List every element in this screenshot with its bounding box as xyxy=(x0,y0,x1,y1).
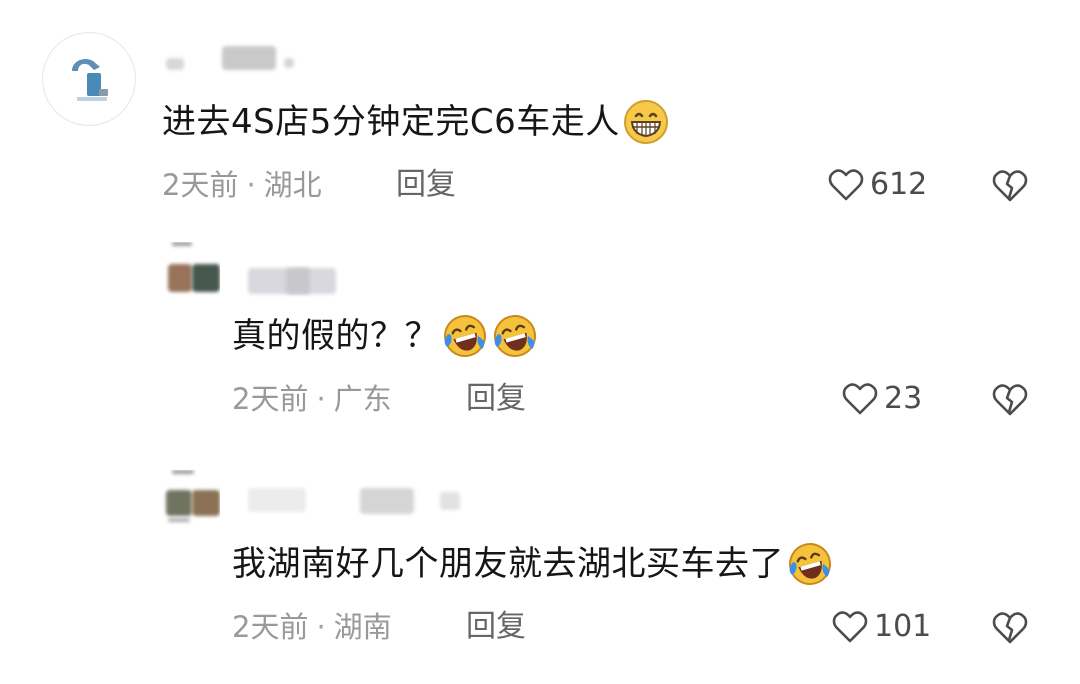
blurred-avatar-block xyxy=(168,518,190,522)
user-avatar[interactable] xyxy=(162,470,220,528)
comment-text: 进去4S店5分钟定完C6车走人 xyxy=(162,98,670,146)
like-count: 612 xyxy=(870,167,928,202)
comment-text-content: 进去4S店5分钟定完C6车走人 xyxy=(162,102,620,142)
comment-text-content: 真的假的？？ xyxy=(232,316,439,356)
comment-thread: { "comments": [ { "text": "进去4S店5分钟定完C6车… xyxy=(0,0,1080,684)
broken-heart-icon[interactable] xyxy=(992,383,1028,417)
heart-icon xyxy=(832,611,868,643)
blurred-avatar-block xyxy=(166,490,192,516)
reply-button[interactable]: 回复 xyxy=(396,166,456,204)
comment-text-content: 我湖南好几个朋友就去湖北买车去了 xyxy=(232,544,784,584)
like-button[interactable]: 101 xyxy=(832,608,931,646)
grin-emoji-icon xyxy=(623,100,668,144)
meta-separator: · xyxy=(316,382,326,416)
comment-time: 2天前 xyxy=(162,168,239,202)
comment-location: 湖南 xyxy=(333,610,392,644)
profile-avatar-icon xyxy=(72,59,108,101)
blurred-avatar-block xyxy=(172,242,192,246)
comment-location: 湖北 xyxy=(263,168,322,202)
meta-separator: · xyxy=(246,168,256,202)
like-button[interactable]: 23 xyxy=(842,380,922,418)
heart-icon xyxy=(842,383,878,415)
blurred-username-block xyxy=(360,488,414,514)
like-count: 101 xyxy=(874,609,932,644)
blurred-avatar-block xyxy=(192,490,220,516)
comment-meta: 2天前 · 湖南 xyxy=(232,608,392,646)
blurred-avatar-block xyxy=(192,264,220,292)
comment-meta: 2天前 · 广东 xyxy=(232,380,392,418)
blurred-username-block xyxy=(440,492,460,510)
reply-button[interactable]: 回复 xyxy=(466,380,526,418)
blurred-username-block xyxy=(222,46,276,70)
broken-heart-icon[interactable] xyxy=(992,611,1028,645)
comment-time: 2天前 xyxy=(232,382,309,416)
comment-time: 2天前 xyxy=(232,610,309,644)
user-avatar[interactable] xyxy=(42,32,136,126)
user-avatar[interactable] xyxy=(162,242,220,300)
laughing-tears-emoji-icon xyxy=(444,315,486,357)
blurred-username-block xyxy=(284,58,294,68)
blurred-username-block xyxy=(166,58,184,70)
reply-button[interactable]: 回复 xyxy=(466,608,526,646)
broken-heart-icon[interactable] xyxy=(992,169,1028,203)
laughing-tears-emoji-icon xyxy=(494,315,536,357)
blurred-username-block xyxy=(286,268,310,294)
comment-meta: 2天前 · 湖北 xyxy=(162,166,322,204)
comment-text: 我湖南好几个朋友就去湖北买车去了 xyxy=(232,540,834,588)
meta-separator: · xyxy=(316,610,326,644)
like-button[interactable]: 612 xyxy=(828,166,927,204)
laughing-tears-emoji-icon xyxy=(789,543,831,585)
heart-icon xyxy=(828,169,864,201)
blurred-username-block xyxy=(248,488,306,512)
comment-location: 广东 xyxy=(333,382,392,416)
blurred-avatar-block xyxy=(168,264,192,292)
blurred-avatar-block xyxy=(172,470,194,474)
like-count: 23 xyxy=(884,381,923,416)
comment-text: 真的假的？？ xyxy=(232,312,539,360)
